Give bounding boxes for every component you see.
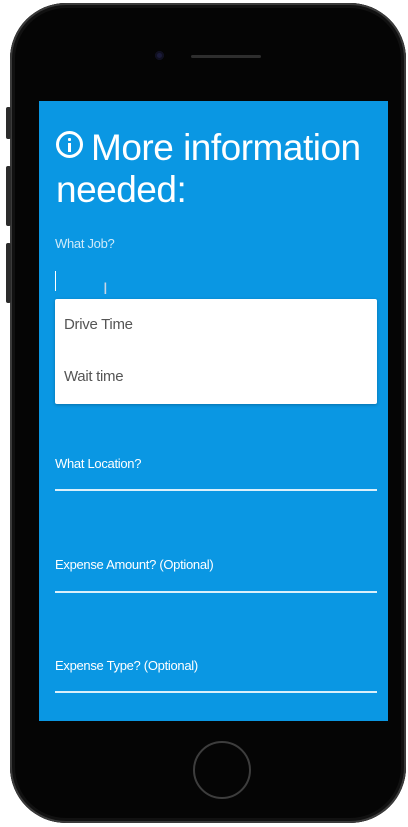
volume-up-button bbox=[6, 166, 11, 226]
volume-down-button bbox=[6, 243, 11, 303]
suggestion-drive-time[interactable]: Drive Time bbox=[64, 316, 133, 333]
expense-amount-underline bbox=[55, 591, 377, 593]
suggestion-wait-time[interactable]: Wait time bbox=[64, 368, 124, 385]
page-title: More information needed: bbox=[56, 127, 376, 211]
info-icon bbox=[56, 131, 83, 158]
text-caret bbox=[55, 271, 56, 291]
expense-type-input[interactable] bbox=[55, 659, 381, 691]
front-camera bbox=[155, 51, 164, 60]
location-underline bbox=[55, 489, 377, 491]
expense-amount-input[interactable] bbox=[55, 559, 381, 591]
expense-type-underline bbox=[55, 691, 377, 693]
silent-switch bbox=[6, 107, 11, 139]
app-screen: More information needed: What Job? I Dri… bbox=[39, 101, 388, 721]
page-title-text: More information needed: bbox=[56, 127, 361, 210]
text-cursor-icon: I bbox=[103, 279, 108, 298]
job-suggestions-dropdown: Drive Time Wait time bbox=[55, 299, 377, 404]
job-label: What Job? bbox=[55, 236, 115, 251]
earpiece-speaker bbox=[191, 55, 261, 58]
home-button[interactable] bbox=[193, 741, 251, 799]
location-input[interactable] bbox=[55, 457, 381, 489]
